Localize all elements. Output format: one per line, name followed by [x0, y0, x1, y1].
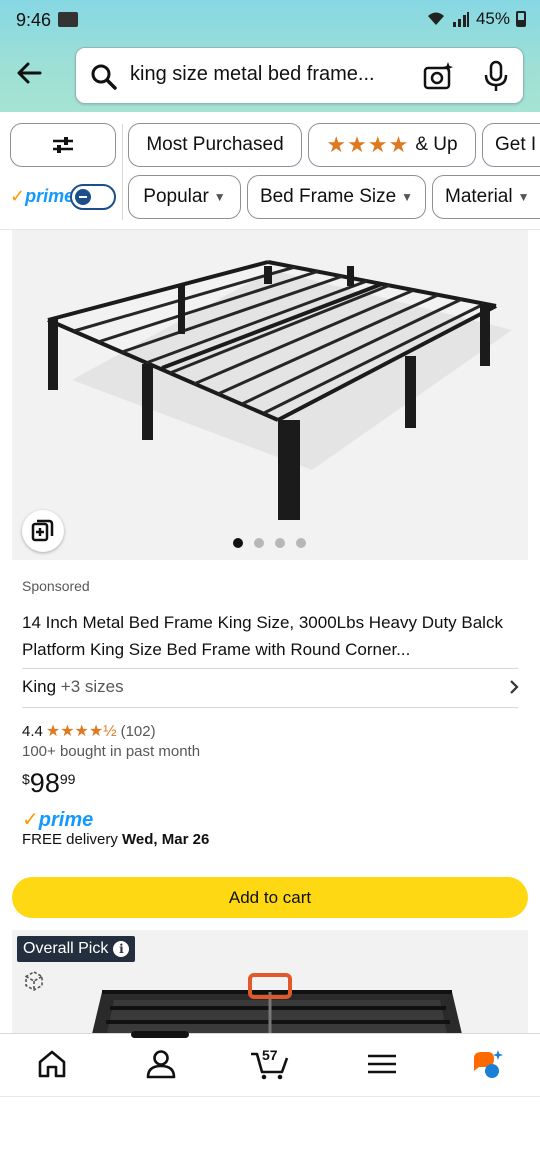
- carousel-dot[interactable]: [233, 538, 243, 548]
- wifi-icon: [427, 12, 444, 25]
- home-icon[interactable]: [35, 1048, 69, 1080]
- status-right: 45%: [426, 9, 526, 29]
- divider: [22, 668, 518, 669]
- rufus-icon[interactable]: [470, 1048, 504, 1080]
- filter-label: Material: [445, 186, 513, 207]
- system-navigation-bar: [0, 1096, 540, 1158]
- rating-count: (102): [120, 722, 156, 740]
- chevron-down-icon: ▼: [213, 190, 226, 204]
- chevron-down-icon: ▼: [517, 190, 530, 204]
- view-in-room-button[interactable]: [22, 510, 64, 552]
- info-icon[interactable]: i: [113, 941, 130, 957]
- more-sizes: +3 sizes: [60, 677, 124, 696]
- price-symbol: $: [22, 771, 30, 787]
- filter-popular[interactable]: Popular ▼: [128, 175, 241, 219]
- filter-label: Most Purchased: [146, 134, 284, 155]
- account-icon[interactable]: [144, 1048, 178, 1080]
- size-selector[interactable]: King +3 sizes: [22, 677, 124, 697]
- battery-percent: 45%: [475, 9, 510, 28]
- delivery-info: FREE delivery Wed, Mar 26: [22, 831, 209, 848]
- filter-divider: [122, 124, 123, 220]
- active-tab-indicator: [131, 1031, 189, 1038]
- filter-label: & Up: [415, 134, 458, 155]
- camera-search-icon[interactable]: [422, 60, 454, 92]
- filter-material[interactable]: Material ▼: [432, 175, 540, 219]
- search-input[interactable]: king size metal bed frame...: [75, 47, 524, 104]
- filter-get-it[interactable]: Get I: [482, 123, 540, 167]
- back-arrow-icon[interactable]: [14, 58, 44, 88]
- add-to-cart-button[interactable]: Add to cart: [12, 877, 528, 918]
- prime-logo: ✓prime: [10, 186, 75, 206]
- voicemail-icon: [58, 12, 78, 27]
- price: $9899: [22, 768, 75, 799]
- filter-label: Bed Frame Size: [259, 186, 397, 207]
- add-to-cart-label: Add to cart: [228, 887, 312, 907]
- delivery-prefix: FREE delivery: [22, 831, 118, 848]
- chevron-down-icon: ▼: [401, 190, 414, 204]
- rating-row[interactable]: 4.4 ★★★★½ (102): [22, 721, 156, 741]
- image-carousel-dots[interactable]: [233, 538, 306, 548]
- microphone-icon[interactable]: [482, 60, 510, 92]
- filter-settings-button[interactable]: [10, 123, 116, 167]
- price-fraction: 99: [59, 771, 76, 787]
- filter-most-purchased[interactable]: Most Purchased: [128, 123, 302, 167]
- star-rating-icon: ★★★★½: [45, 723, 117, 740]
- menu-icon[interactable]: [365, 1048, 399, 1080]
- signal-icon: [452, 12, 469, 27]
- cart-count: 57: [262, 1047, 278, 1063]
- battery-icon: [516, 11, 526, 27]
- filter-label: Popular: [143, 186, 209, 207]
- ar-cube-plus-icon: [31, 519, 54, 542]
- product-title[interactable]: 14 Inch Metal Bed Frame King Size, 3000L…: [22, 609, 512, 663]
- status-time: 9:46: [16, 10, 52, 30]
- delivery-date: Wed, Mar 26: [122, 831, 210, 848]
- filter-bed-frame-size[interactable]: Bed Frame Size ▼: [247, 175, 426, 219]
- price-whole: 98: [29, 768, 60, 798]
- prime-filter-toggle[interactable]: ✓prime: [10, 182, 116, 212]
- divider: [22, 707, 518, 708]
- prime-badge: ✓prime: [22, 809, 94, 831]
- bought-count: 100+ bought in past month: [22, 743, 201, 760]
- search-query: king size metal bed frame...: [130, 63, 375, 85]
- search-icon: [91, 64, 117, 90]
- rating-value: 4.4: [22, 722, 43, 740]
- sponsored-label: Sponsored: [22, 578, 90, 594]
- carousel-dot[interactable]: [254, 538, 264, 548]
- prime-toggle-switch[interactable]: [70, 184, 116, 210]
- status-bar: 9:46 45%: [0, 0, 540, 40]
- filter-bar: Most Purchased ★★★★ & Up Get I ✓prime Po…: [0, 112, 540, 230]
- product-image[interactable]: [12, 230, 528, 560]
- filter-label: Get I: [495, 134, 537, 155]
- carousel-dot[interactable]: [296, 538, 306, 548]
- size-value: King: [22, 677, 57, 696]
- star-rating-icon: ★★★★: [326, 132, 410, 157]
- 3d-view-icon[interactable]: [23, 970, 45, 992]
- chevron-right-icon[interactable]: [508, 679, 520, 695]
- toggle-knob: [75, 189, 91, 205]
- overall-pick-badge[interactable]: Overall Pick i: [17, 936, 136, 962]
- filter-rating-4-up[interactable]: ★★★★ & Up: [308, 123, 476, 167]
- badge-label: Overall Pick: [23, 940, 109, 957]
- carousel-dot[interactable]: [275, 538, 285, 548]
- sliders-icon: [53, 137, 73, 153]
- bed-frame-illustration: [47, 260, 512, 520]
